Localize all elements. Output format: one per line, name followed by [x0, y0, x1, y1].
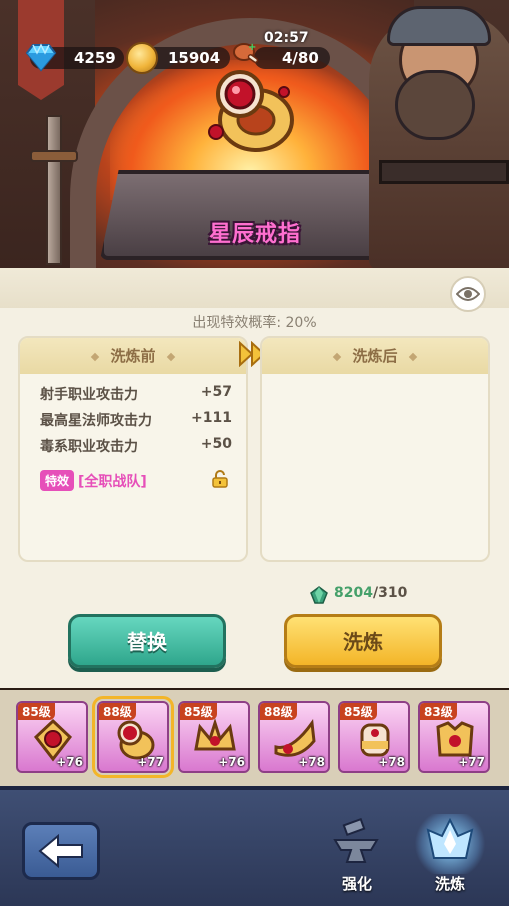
anvil-icon [333, 818, 379, 863]
coin-count: 15904 [168, 49, 221, 67]
blacksmith-belt [379, 160, 509, 184]
stamina-timer: 02:57 [264, 30, 309, 46]
equipment-bonus: +78 [298, 755, 325, 769]
crystal-crown-icon [426, 818, 474, 859]
equipment-bonus: +76 [218, 755, 245, 769]
preview-eye-button[interactable] [450, 276, 486, 312]
before-refine-title: 洗炼前 [110, 347, 156, 365]
equipment-slot[interactable]: 85级 +76 [178, 701, 250, 773]
diamond-dot-icon [91, 352, 100, 361]
diamond-icon [25, 43, 57, 72]
svg-text:+: + [248, 42, 256, 53]
refine-stone-required: /310 [372, 585, 408, 601]
star-ring-item-icon [208, 70, 294, 152]
equipment-bonus: +77 [458, 755, 485, 769]
tab-enhance[interactable]: 强化 [317, 814, 397, 900]
equipment-slot[interactable]: 85级 +78 [338, 701, 410, 773]
diamond-dot-icon [166, 352, 175, 361]
tab-refine[interactable]: 洗炼 [410, 814, 490, 900]
special-effect-row: 特效 [全职战队] [40, 470, 232, 492]
stat-value: +50 [200, 436, 232, 452]
equipment-slot[interactable]: 83级 +77 [418, 701, 490, 773]
gem-count: 4259 [74, 49, 116, 67]
stamina-counter[interactable]: 4/80 [254, 47, 330, 69]
stat-row: 射手职业攻击力 +57 [40, 384, 232, 404]
equipment-slot[interactable]: 85级 +76 [16, 701, 88, 773]
special-effect-badge: 特效 [40, 470, 75, 491]
stat-label: 射手职业攻击力 [40, 387, 138, 403]
equipment-bonus: +76 [56, 755, 83, 769]
before-refine-header: 洗炼前 [20, 338, 246, 374]
stat-value: +111 [191, 410, 232, 426]
stat-value: +57 [200, 384, 232, 400]
lock-icon[interactable] [212, 470, 228, 488]
gold-coin-icon [126, 42, 158, 74]
back-arrow-icon [38, 834, 83, 868]
blacksmith-beard [395, 70, 475, 140]
refine-stone-count: 8204 [334, 585, 373, 601]
stat-label: 最高星法师攻击力 [40, 413, 152, 429]
refine-cost: 8204/310 [334, 585, 407, 601]
refine-button[interactable]: 洗炼 [284, 614, 442, 668]
sword-decoration [46, 115, 62, 265]
after-refine-header: 洗炼后 [262, 338, 488, 374]
tab-enhance-label: 强化 [341, 875, 372, 893]
eye-icon [456, 287, 480, 301]
item-name-title: 星辰戒指 [208, 222, 301, 247]
meat-icon: + [233, 42, 259, 63]
sword-guard-decoration [30, 150, 78, 162]
stamina-count: 4/80 [282, 49, 319, 67]
equipment-bonus: +78 [378, 755, 405, 769]
replace-button[interactable]: 替换 [68, 614, 226, 668]
special-effect-text: [全职战队] [78, 473, 147, 490]
diamond-dot-icon [333, 352, 342, 361]
equipment-bonus: +77 [137, 755, 164, 769]
before-refine-box: 洗炼前 射手职业攻击力 +57 最高星法师攻击力 +111 毒系职业攻击力 +5… [18, 336, 248, 562]
equipment-slot-selected[interactable]: 88级 +77 [92, 696, 174, 778]
special-effect-probability: 出现特效概率: 20% [192, 315, 317, 331]
refine-stone-icon [310, 586, 328, 604]
after-refine-title: 洗炼后 [352, 347, 398, 365]
stat-label: 毒系职业攻击力 [40, 439, 138, 455]
equipment-slot[interactable]: 88级 +78 [258, 701, 330, 773]
after-refine-box: 洗炼后 [260, 336, 490, 562]
blacksmith-hat [387, 6, 491, 46]
back-button[interactable] [22, 822, 100, 880]
diamond-dot-icon [408, 352, 417, 361]
panel-top-border [0, 268, 509, 308]
stat-row: 毒系职业攻击力 +50 [40, 436, 232, 456]
tab-refine-label: 洗炼 [434, 875, 465, 893]
stat-row: 最高星法师攻击力 +111 [40, 410, 232, 430]
